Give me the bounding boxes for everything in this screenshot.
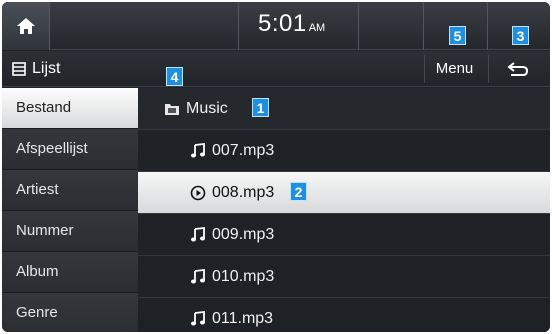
list-item[interactable]: 010.mp3: [138, 256, 550, 298]
clock: 5:01 AM: [238, 10, 358, 42]
status-divider: [423, 2, 424, 50]
sidebar-item-afspeellijst[interactable]: Afspeellijst: [2, 129, 138, 170]
music-note-icon: [191, 269, 205, 284]
list-item-selected[interactable]: 008.mp3 2: [138, 172, 550, 214]
list-title: Lijst: [12, 59, 60, 79]
status-divider: [487, 2, 488, 50]
category-sidebar: Bestand Afspeellijst Artiest Nummer Albu…: [2, 88, 138, 332]
sidebar-item-bestand[interactable]: Bestand: [2, 88, 138, 129]
sidebar-item-album[interactable]: Album: [2, 252, 138, 293]
list-title-label: Lijst: [32, 60, 61, 77]
file-name: 007.mp3: [212, 142, 275, 159]
clock-time: 5:01: [258, 10, 307, 37]
home-icon: [16, 18, 35, 34]
title-bar: Lijst 4 Menu: [2, 51, 550, 87]
callout-folder: 1: [252, 98, 269, 117]
music-note-icon: [191, 227, 205, 242]
callout-menu: 5: [449, 26, 466, 45]
sidebar-item-nummer[interactable]: Nummer: [2, 211, 138, 252]
sidebar-item-genre[interactable]: Genre: [2, 293, 138, 332]
list-item[interactable]: 009.mp3: [138, 214, 550, 256]
callout-selected: 2: [290, 182, 307, 201]
menu-button[interactable]: Menu: [424, 55, 484, 83]
list-icon: [12, 62, 26, 76]
back-arrow-icon: [506, 62, 528, 76]
back-button[interactable]: [488, 55, 546, 83]
folder-row[interactable]: Music 1: [138, 88, 550, 130]
file-name: 011.mp3: [212, 310, 274, 327]
list-item[interactable]: 011.mp3: [138, 298, 550, 332]
status-bar: 5:01 AM 5 3: [2, 2, 550, 50]
list-item[interactable]: 007.mp3: [138, 130, 550, 172]
folder-icon: [165, 104, 179, 115]
clock-ampm: AM: [308, 22, 326, 34]
callout-back: 3: [512, 26, 529, 45]
status-divider: [358, 2, 359, 50]
media-screen: 5:01 AM 5 3 Lijst 4 Menu Bestand Afspeel…: [2, 2, 550, 332]
file-name: 010.mp3: [212, 268, 275, 285]
file-name: 009.mp3: [212, 226, 275, 243]
file-name: 008.mp3: [212, 184, 275, 201]
sidebar-item-artiest[interactable]: Artiest: [2, 170, 138, 211]
music-note-icon: [191, 143, 205, 158]
play-circle-icon: [190, 185, 206, 201]
callout-list-header: 4: [166, 67, 183, 86]
home-button[interactable]: [2, 2, 50, 50]
music-note-icon: [191, 311, 205, 326]
file-list: Music 1 007.mp3 008.mp3 2 009.mp3 010.mp…: [138, 88, 550, 332]
folder-name: Music: [186, 100, 228, 117]
